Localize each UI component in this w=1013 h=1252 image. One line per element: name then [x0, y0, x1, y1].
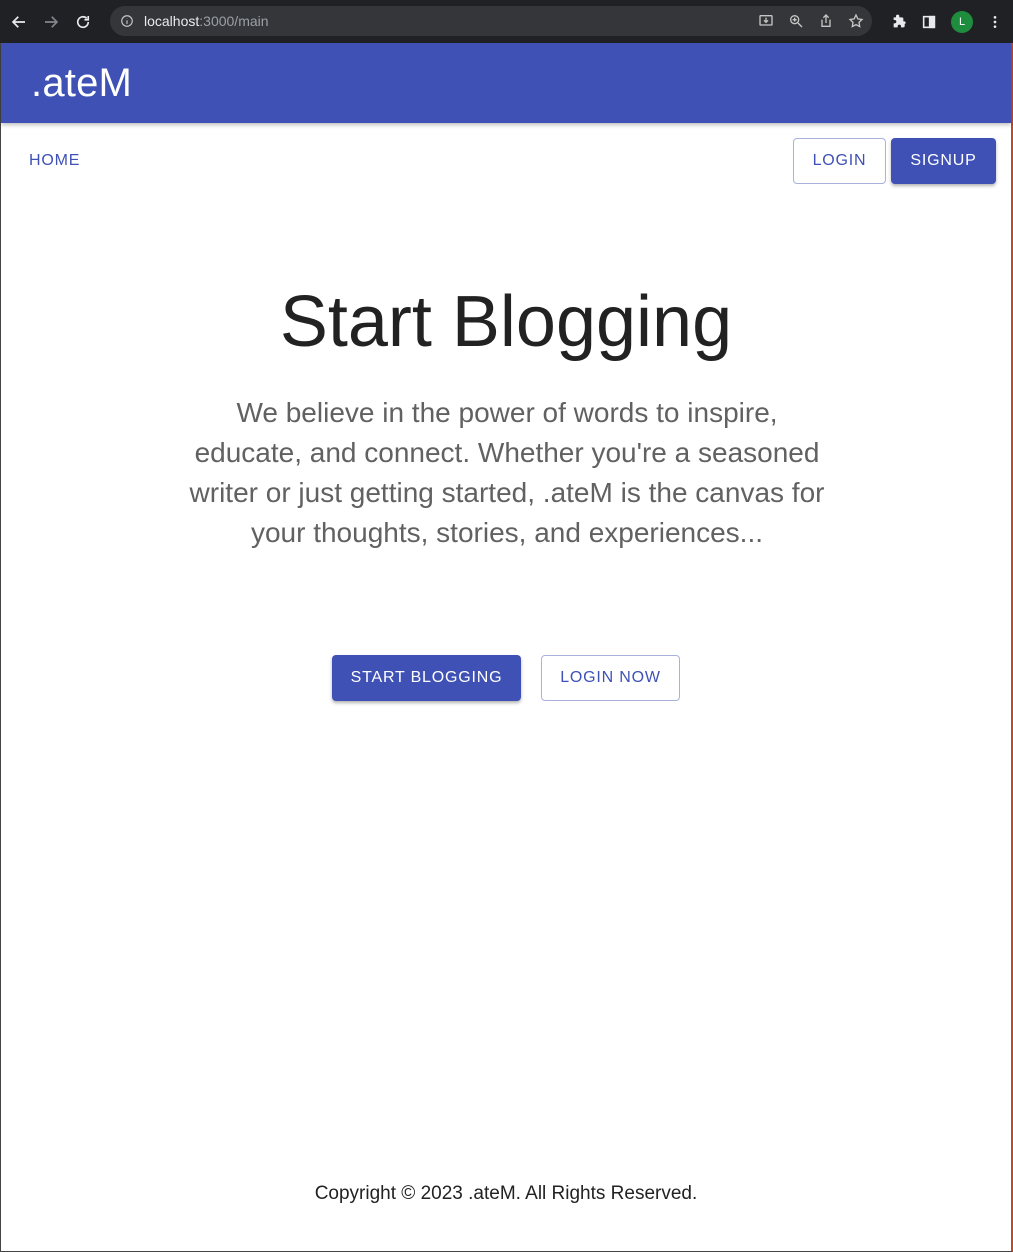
signup-button[interactable]: SIGNUP	[891, 138, 996, 184]
reload-icon[interactable]	[70, 9, 96, 35]
top-navigation: HOME LOGIN SIGNUP	[1, 138, 1011, 184]
side-panel-icon[interactable]	[921, 14, 937, 30]
address-bar-actions	[758, 6, 864, 36]
url-host: localhost	[144, 13, 200, 29]
extensions-puzzle-icon[interactable]	[891, 14, 907, 30]
address-bar[interactable]: localhost:3000/main	[110, 6, 872, 36]
home-link[interactable]: HOME	[19, 138, 90, 184]
share-icon[interactable]	[818, 13, 834, 29]
zoom-icon[interactable]	[788, 13, 804, 29]
login-button[interactable]: LOGIN	[793, 138, 886, 184]
hero-description: We believe in the power of words to insp…	[189, 397, 825, 548]
profile-avatar[interactable]: L	[951, 10, 973, 33]
login-now-button[interactable]: LOGIN NOW	[541, 655, 680, 701]
url-path: :3000/main	[199, 13, 269, 29]
site-info-icon[interactable]	[120, 14, 134, 28]
page-viewport: .ateM HOME LOGIN SIGNUP Start Blogging W…	[0, 43, 1013, 1252]
browser-toolbar: localhost:3000/main L	[0, 0, 1013, 43]
footer-copyright: Copyright © 2023 .ateM. All Rights Reser…	[314, 1183, 698, 1204]
app-bar: .ateM	[1, 43, 1011, 123]
brand-logo[interactable]: .ateM	[31, 61, 132, 106]
start-blogging-button[interactable]: START BLOGGING	[332, 655, 521, 701]
forward-icon[interactable]	[38, 9, 64, 35]
browser-extensions-area: L	[891, 0, 1003, 43]
more-menu-icon[interactable]	[987, 14, 1003, 30]
bookmark-star-icon[interactable]	[848, 13, 864, 29]
back-icon[interactable]	[6, 9, 32, 35]
url-text: localhost:3000/main	[144, 13, 269, 29]
hero-title: Start Blogging	[279, 282, 733, 362]
install-app-icon[interactable]	[758, 13, 774, 29]
